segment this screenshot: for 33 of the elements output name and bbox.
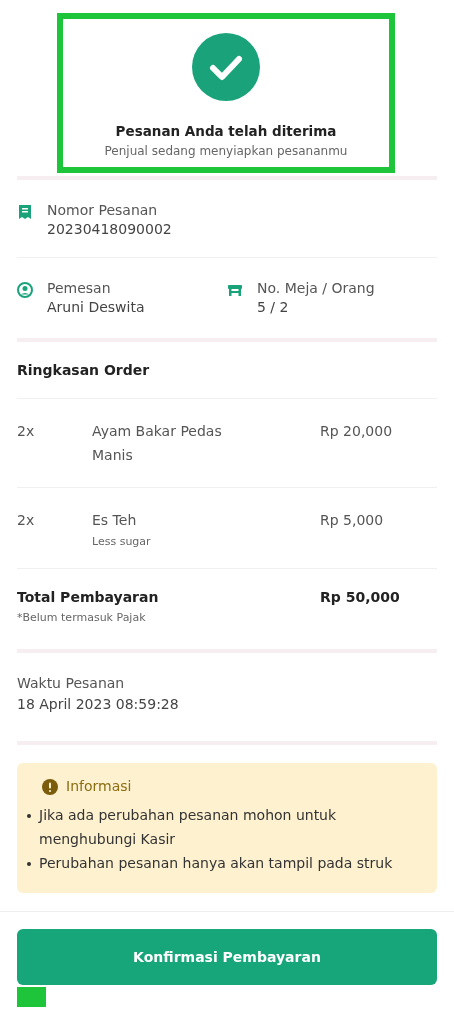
item-name: Es Teh (92, 511, 138, 530)
success-subtitle: Penjual sedang menyiapkan pesananmu (104, 144, 348, 158)
receipt-icon (17, 204, 33, 220)
tax-note: *Belum termasuk Pajak (17, 611, 147, 624)
table-value: 5 / 2 (257, 299, 290, 315)
order-number: 20230418090002 (47, 221, 172, 237)
item-quantity: 2x (17, 511, 36, 530)
item-note: Less sugar (92, 535, 152, 548)
order-number-label: Nomor Pesanan (47, 202, 159, 218)
info-text: Perubahan pesanan hanya akan tampil pada struk (39, 854, 393, 873)
info-text: Jika ada perubahan pesanan mohon untuk menghubungi Kasir (39, 806, 338, 849)
customer-name: Aruni Deswita (47, 299, 145, 315)
table-icon (227, 282, 243, 298)
success-title: Pesanan Anda telah diterima (115, 123, 337, 139)
confirm-payment-button[interactable]: Konfirmasi Pembayaran (17, 929, 437, 985)
table-label: No. Meja / Orang (257, 280, 375, 296)
item-quantity: 2x (17, 422, 36, 441)
total-label: Total Pembayaran (17, 589, 160, 605)
customer-label: Pemesan (47, 280, 112, 296)
bullet-icon (27, 862, 31, 866)
marker-square (17, 987, 46, 1007)
user-icon (17, 282, 33, 298)
item-price: Rp 20,000 (320, 422, 394, 441)
total-amount: Rp 50,000 (320, 589, 401, 607)
item-name: Ayam Bakar Pedas Manis (92, 422, 223, 465)
order-time: 18 April 2023 08:59:28 (17, 696, 180, 712)
bullet-icon (27, 814, 31, 818)
alert-icon (42, 779, 58, 795)
item-price: Rp 5,000 (320, 511, 385, 530)
order-time-label: Waktu Pesanan (17, 675, 126, 691)
section-title: Ringkasan Order (16, 361, 151, 380)
info-title: Informasi (66, 778, 132, 794)
check-icon (192, 33, 260, 101)
